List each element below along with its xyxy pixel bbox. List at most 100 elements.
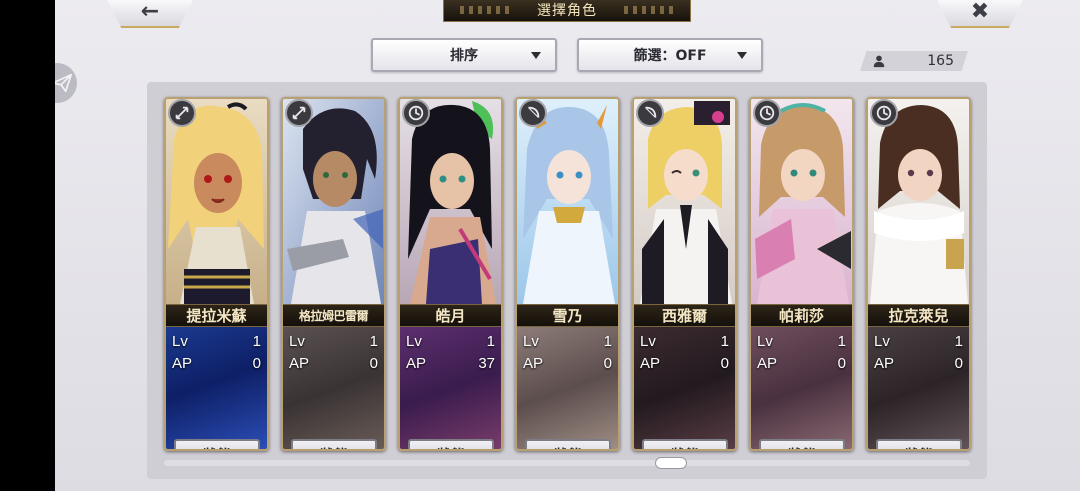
arrow-left-icon: ← [140, 0, 160, 24]
close-icon: ✖ [970, 0, 990, 24]
filter-dropdown[interactable]: 篩選：OFF [577, 38, 763, 72]
title-ornament-right [624, 6, 674, 14]
sort-label: 排序 [450, 48, 478, 64]
level-label: Lv [172, 332, 188, 350]
character-portrait [283, 99, 384, 304]
level-row: Lv 1 [289, 331, 378, 351]
filter-label: 篩選：OFF [633, 48, 707, 64]
status-button-label: 狀態 [437, 445, 465, 450]
character-name: 雪乃 [552, 307, 583, 325]
character-portrait [400, 99, 501, 304]
character-card[interactable]: 皓月 Lv 1 AP 37 狀態 [398, 97, 503, 451]
arrow-icon [168, 99, 196, 127]
status-button[interactable]: 狀態 [291, 439, 377, 450]
name-plate: 西雅爾 [634, 304, 735, 327]
level-value: 1 [369, 332, 378, 350]
level-label: Lv [406, 332, 422, 350]
character-name: 皓月 [435, 307, 466, 325]
title-ornament-left [460, 6, 510, 14]
ap-row: AP 0 [172, 353, 261, 373]
status-button-label: 狀態 [320, 445, 348, 450]
ap-value: 0 [837, 354, 846, 372]
character-portrait [751, 99, 852, 304]
status-button[interactable]: 狀態 [642, 439, 728, 450]
stats-panel: Lv 1 AP 0 狀態 [517, 327, 618, 450]
character-portrait [868, 99, 969, 304]
name-plate: 提拉米蘇 [166, 304, 267, 327]
character-name: 格拉姆巴雷爾 [298, 309, 369, 323]
level-row: Lv 1 [523, 331, 612, 351]
character-portrait [166, 99, 267, 304]
name-plate: 拉克萊兒 [868, 304, 969, 327]
status-button[interactable]: 狀態 [408, 439, 494, 450]
arrow-icon [285, 99, 313, 127]
character-card[interactable]: 格拉姆巴雷爾 Lv 1 AP 0 狀態 [281, 97, 386, 451]
ap-value: 0 [252, 354, 261, 372]
ap-row: AP 37 [406, 353, 495, 373]
status-button-label: 狀態 [554, 445, 582, 450]
share-button[interactable] [55, 63, 77, 103]
level-row: Lv 1 [874, 331, 963, 351]
bow-icon [636, 99, 664, 127]
character-name: 帕莉莎 [778, 307, 824, 325]
name-plate: 雪乃 [517, 304, 618, 327]
level-value: 1 [837, 332, 846, 350]
character-card[interactable]: 西雅爾 Lv 1 AP 0 狀態 [632, 97, 737, 451]
status-button[interactable]: 狀態 [174, 439, 260, 450]
ap-row: AP 0 [640, 353, 729, 373]
character-name: 拉克萊兒 [888, 307, 949, 325]
level-row: Lv 1 [172, 331, 261, 351]
level-value: 1 [486, 332, 495, 350]
stats-panel: Lv 1 AP 0 狀態 [634, 327, 735, 450]
back-button[interactable]: ← [105, 0, 195, 28]
status-button-label: 狀態 [671, 445, 699, 450]
character-portrait [634, 99, 735, 304]
status-button[interactable]: 狀態 [759, 439, 845, 449]
clock-icon [402, 99, 430, 127]
level-label: Lv [874, 332, 890, 350]
close-button[interactable]: ✖ [935, 0, 1025, 28]
ap-value: 0 [369, 354, 378, 372]
level-value: 1 [603, 332, 612, 350]
stats-panel: Lv 1 AP 0 狀態 [868, 327, 969, 449]
character-select-screen: ← 選擇角色 ✖ 排序 篩選：OFF 165 提拉米蘇 Lv 1 AP 0 格拉… [55, 0, 1080, 491]
ap-label: AP [406, 354, 427, 372]
sort-dropdown[interactable]: 排序 [371, 38, 557, 72]
ap-label: AP [523, 354, 544, 372]
chevron-down-icon [737, 52, 747, 59]
ap-label: AP [640, 354, 661, 372]
name-plate: 帕莉莎 [751, 304, 852, 327]
character-name: 西雅爾 [661, 307, 707, 325]
status-button-label: 狀態 [203, 445, 231, 450]
chevron-down-icon [531, 52, 541, 59]
horizontal-scrollbar[interactable] [164, 460, 970, 466]
character-card[interactable]: 帕莉莎 Lv 1 AP 0 狀態 [749, 97, 854, 451]
ap-label: AP [172, 354, 193, 372]
clock-icon [753, 99, 781, 127]
stats-panel: Lv 1 AP 0 狀態 [283, 327, 384, 450]
level-row: Lv 1 [406, 331, 495, 351]
level-label: Lv [289, 332, 305, 350]
level-value: 1 [252, 332, 261, 350]
character-count: 165 [927, 53, 954, 69]
level-value: 1 [720, 332, 729, 350]
character-card[interactable]: 拉克萊兒 Lv 1 AP 0 狀態 [866, 97, 971, 451]
status-button[interactable]: 狀態 [876, 439, 962, 449]
name-plate: 格拉姆巴雷爾 [283, 304, 384, 327]
character-count-badge: 165 [860, 51, 968, 71]
ap-row: AP 0 [523, 353, 612, 373]
scrollbar-handle[interactable] [655, 457, 687, 469]
level-label: Lv [640, 332, 656, 350]
stats-panel: Lv 1 AP 37 狀態 [400, 327, 501, 450]
character-portrait [517, 99, 618, 304]
paper-plane-icon [55, 73, 72, 93]
level-label: Lv [757, 332, 773, 350]
character-card[interactable]: 雪乃 Lv 1 AP 0 狀態 [515, 97, 620, 451]
level-row: Lv 1 [757, 331, 846, 351]
status-button[interactable]: 狀態 [525, 439, 611, 450]
character-card[interactable]: 提拉米蘇 Lv 1 AP 0 狀態 [164, 97, 269, 451]
level-value: 1 [954, 332, 963, 350]
page-title: 選擇角色 [537, 2, 597, 19]
person-icon [873, 55, 885, 68]
level-row: Lv 1 [640, 331, 729, 351]
